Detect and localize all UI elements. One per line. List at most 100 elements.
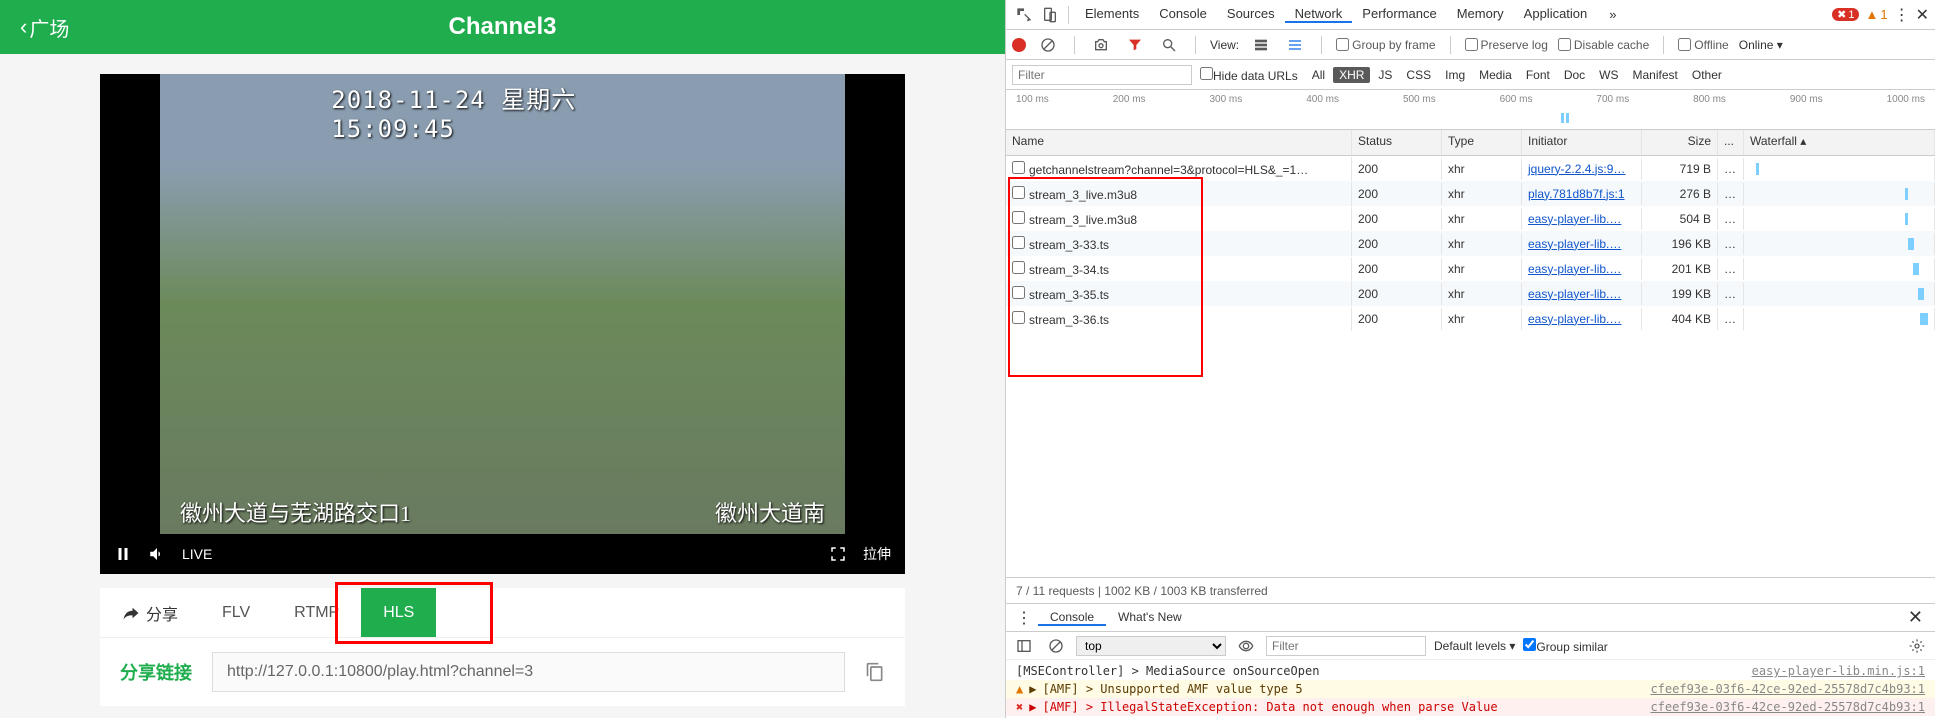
col-waterfall[interactable]: Waterfall ▴ bbox=[1744, 130, 1935, 155]
col-name[interactable]: Name bbox=[1006, 130, 1352, 155]
network-table-header: Name Status Type Initiator Size ... Wate… bbox=[1006, 130, 1935, 156]
group-by-frame-checkbox[interactable]: Group by frame bbox=[1336, 38, 1435, 52]
network-filter-input[interactable] bbox=[1012, 65, 1192, 85]
gear-icon[interactable] bbox=[1909, 638, 1925, 654]
console-source-link[interactable]: cfeef93e-03f6-42ce-92ed-25578d7c4b93:1 bbox=[1650, 682, 1925, 696]
filter-funnel-icon[interactable] bbox=[1127, 37, 1143, 53]
devtools-close-icon[interactable]: ✕ bbox=[1916, 5, 1929, 25]
devtools-tab-performance[interactable]: Performance bbox=[1352, 6, 1446, 21]
video-player[interactable]: 2018-11-24 星期六 15:09:45 徽州大道与芜湖路交口1 徽州大道… bbox=[100, 74, 905, 574]
filter-pill-doc[interactable]: Doc bbox=[1558, 67, 1591, 83]
filter-pill-other[interactable]: Other bbox=[1686, 67, 1728, 83]
network-row[interactable]: stream_3_live.m3u8200xhrplay.781d8b7f.js… bbox=[1006, 181, 1935, 206]
request-initiator[interactable]: easy-player-lib.… bbox=[1528, 237, 1621, 251]
device-toggle-icon[interactable] bbox=[1042, 7, 1058, 23]
devtools-tab-sources[interactable]: Sources bbox=[1217, 6, 1285, 21]
network-timeline[interactable]: 100 ms200 ms300 ms400 ms500 ms600 ms700 … bbox=[1006, 90, 1935, 130]
pause-icon[interactable] bbox=[114, 545, 132, 563]
request-initiator[interactable]: jquery-2.2.4.js:9… bbox=[1528, 162, 1625, 176]
row-checkbox[interactable] bbox=[1012, 161, 1025, 174]
col-initiator[interactable]: Initiator bbox=[1522, 130, 1642, 155]
request-initiator[interactable]: easy-player-lib.… bbox=[1528, 262, 1621, 276]
preserve-log-checkbox[interactable]: Preserve log bbox=[1465, 38, 1548, 52]
devtools-kebab-icon[interactable]: ⋮ bbox=[1894, 5, 1910, 25]
camera-icon[interactable] bbox=[1093, 37, 1109, 53]
disable-cache-checkbox[interactable]: Disable cache bbox=[1558, 38, 1649, 52]
request-initiator[interactable]: easy-player-lib.… bbox=[1528, 312, 1621, 326]
filter-pill-ws[interactable]: WS bbox=[1593, 67, 1624, 83]
request-initiator[interactable]: easy-player-lib.… bbox=[1528, 212, 1621, 226]
warning-count-badge[interactable]: ▲ 1 bbox=[1865, 7, 1887, 22]
hide-data-urls-checkbox[interactable]: Hide data URLs bbox=[1200, 67, 1298, 83]
devtools-tab-console[interactable]: Console bbox=[1149, 6, 1217, 21]
row-checkbox[interactable] bbox=[1012, 286, 1025, 299]
offline-checkbox[interactable]: Offline bbox=[1678, 38, 1728, 52]
filter-pill-font[interactable]: Font bbox=[1520, 67, 1556, 83]
tab-hls[interactable]: HLS bbox=[361, 588, 436, 637]
error-count-badge[interactable]: ✖ 1 bbox=[1832, 8, 1859, 21]
clear-icon[interactable] bbox=[1040, 37, 1056, 53]
fullscreen-icon[interactable] bbox=[829, 545, 847, 563]
view-large-icon[interactable] bbox=[1253, 37, 1269, 53]
filter-pill-img[interactable]: Img bbox=[1439, 67, 1471, 83]
volume-icon[interactable] bbox=[148, 545, 166, 563]
network-row[interactable]: stream_3_live.m3u8200xhreasy-player-lib.… bbox=[1006, 206, 1935, 231]
network-row[interactable]: stream_3-36.ts200xhreasy-player-lib.…404… bbox=[1006, 306, 1935, 331]
filter-pill-all[interactable]: All bbox=[1306, 67, 1331, 83]
drawer-tab-console[interactable]: Console bbox=[1038, 610, 1106, 626]
clear-console-icon[interactable] bbox=[1048, 638, 1064, 654]
row-checkbox[interactable] bbox=[1012, 186, 1025, 199]
console-filter-input[interactable] bbox=[1266, 636, 1426, 656]
request-initiator[interactable]: play.781d8b7f.js:1 bbox=[1528, 187, 1625, 201]
record-button[interactable] bbox=[1012, 38, 1026, 52]
filter-pill-xhr[interactable]: XHR bbox=[1333, 67, 1370, 83]
console-source-link[interactable]: easy-player-lib.min.js:1 bbox=[1752, 664, 1925, 678]
search-icon[interactable] bbox=[1161, 37, 1177, 53]
row-checkbox[interactable] bbox=[1012, 211, 1025, 224]
filter-pill-js[interactable]: JS bbox=[1372, 67, 1398, 83]
filter-pill-manifest[interactable]: Manifest bbox=[1627, 67, 1684, 83]
tab-share[interactable]: 分享 bbox=[100, 588, 200, 637]
view-small-icon[interactable] bbox=[1287, 37, 1303, 53]
eye-icon[interactable] bbox=[1238, 638, 1254, 654]
row-checkbox[interactable] bbox=[1012, 311, 1025, 324]
row-checkbox[interactable] bbox=[1012, 236, 1025, 249]
col-more[interactable]: ... bbox=[1718, 130, 1744, 155]
filter-pill-media[interactable]: Media bbox=[1473, 67, 1518, 83]
console-source-link[interactable]: cfeef93e-03f6-42ce-92ed-25578d7c4b93:1 bbox=[1650, 700, 1925, 714]
online-dropdown[interactable]: Online ▾ bbox=[1739, 38, 1783, 52]
col-size[interactable]: Size bbox=[1642, 130, 1718, 155]
network-row[interactable]: stream_3-35.ts200xhreasy-player-lib.…199… bbox=[1006, 281, 1935, 306]
devtools-tab-memory[interactable]: Memory bbox=[1447, 6, 1514, 21]
console-line-log[interactable]: [MSEController] > MediaSource onSourceOp… bbox=[1006, 662, 1935, 680]
filter-pill-css[interactable]: CSS bbox=[1400, 67, 1437, 83]
log-levels-dropdown[interactable]: Default levels ▾ bbox=[1434, 639, 1515, 653]
network-row[interactable]: stream_3-34.ts200xhreasy-player-lib.…201… bbox=[1006, 256, 1935, 281]
tab-rtmp[interactable]: RTMP bbox=[272, 588, 361, 637]
request-initiator[interactable]: easy-player-lib.… bbox=[1528, 287, 1621, 301]
console-line-err[interactable]: ✖ ▶ [AMF] > IllegalStateException: Data … bbox=[1006, 698, 1935, 716]
drawer-close-icon[interactable]: ✕ bbox=[1900, 607, 1931, 628]
stretch-button[interactable]: 拉伸 bbox=[863, 544, 891, 564]
copy-icon[interactable] bbox=[865, 662, 885, 682]
devtools-tab-network[interactable]: Network bbox=[1285, 6, 1353, 23]
drawer-tab-what-s-new[interactable]: What's New bbox=[1106, 610, 1194, 624]
network-row[interactable]: stream_3-33.ts200xhreasy-player-lib.…196… bbox=[1006, 231, 1935, 256]
devtools-tab-more[interactable]: » bbox=[1599, 0, 1626, 29]
network-row[interactable]: getchannelstream?channel=3&protocol=HLS&… bbox=[1006, 156, 1935, 181]
group-similar-checkbox[interactable]: Group similar bbox=[1523, 638, 1607, 654]
sidebar-toggle-icon[interactable] bbox=[1016, 638, 1032, 654]
console-line-warn[interactable]: ▲ ▶ [AMF] > Unsupported AMF value type 5… bbox=[1006, 680, 1935, 698]
context-selector[interactable]: top bbox=[1076, 636, 1226, 656]
devtools-tab-elements[interactable]: Elements bbox=[1075, 6, 1149, 21]
devtools-tab-application[interactable]: Application bbox=[1514, 6, 1598, 21]
col-type[interactable]: Type bbox=[1442, 130, 1522, 155]
back-button[interactable]: ‹ 广场 bbox=[20, 13, 69, 42]
inspect-icon[interactable] bbox=[1016, 7, 1032, 23]
col-status[interactable]: Status bbox=[1352, 130, 1442, 155]
tab-flv[interactable]: FLV bbox=[200, 588, 272, 637]
row-checkbox[interactable] bbox=[1012, 261, 1025, 274]
network-toolbar: View: Group by frame Preserve log Disabl… bbox=[1006, 30, 1935, 60]
drawer-kebab-icon[interactable]: ⋮ bbox=[1010, 608, 1038, 628]
share-url-input[interactable] bbox=[212, 652, 845, 692]
